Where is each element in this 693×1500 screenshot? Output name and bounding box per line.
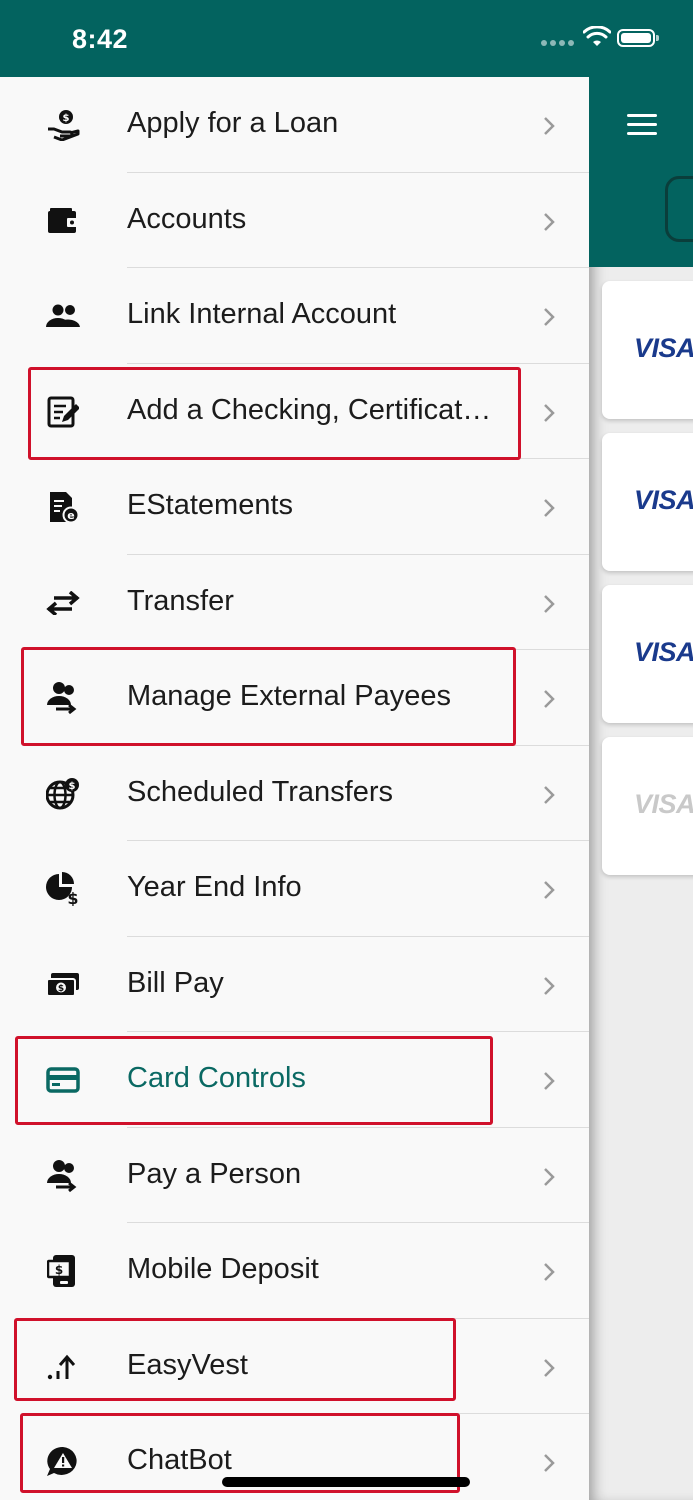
- wifi-icon: [583, 26, 611, 46]
- svg-text:$: $: [67, 889, 78, 906]
- menu-item-label: Bill Pay: [127, 966, 224, 999]
- estatement-icon: e: [44, 491, 82, 523]
- svg-text:e: e: [67, 509, 74, 522]
- chevron-right-icon: [544, 1263, 555, 1281]
- chevron-right-icon: [544, 212, 555, 231]
- card-tile[interactable]: VISA: [602, 737, 693, 875]
- globe-dollar-icon: $: [44, 777, 82, 810]
- cash-icon: $: [44, 969, 82, 1001]
- menu-item-pay-a-person[interactable]: Pay a Person: [0, 1128, 589, 1223]
- pie-dollar-icon: $: [44, 872, 82, 906]
- menu-item-manage-external-payees[interactable]: Manage External Payees: [0, 650, 589, 746]
- chevron-right-icon: [544, 499, 555, 517]
- card-tile[interactable]: VISA: [602, 433, 693, 571]
- menu-item-label: Mobile Deposit: [127, 1253, 319, 1285]
- svg-text:$: $: [58, 984, 64, 994]
- menu-item-estatements[interactable]: e EStatements: [0, 459, 589, 555]
- menu-item-apply-for-loan[interactable]: $ Apply for a Loan: [0, 77, 589, 173]
- chevron-right-icon: [544, 1167, 555, 1186]
- menu-item-label: Card Controls: [127, 1062, 306, 1094]
- card-tile[interactable]: VISA: [602, 585, 693, 723]
- menu-item-label: Scheduled Transfers: [127, 775, 393, 808]
- svg-text:$: $: [69, 781, 76, 792]
- menu-item-transfer[interactable]: Transfer: [0, 555, 589, 650]
- payees-icon: [44, 682, 82, 715]
- chevron-right-icon: [544, 1358, 555, 1377]
- menu-item-link-internal-account[interactable]: Link Internal Account: [0, 268, 589, 364]
- menu-item-year-end-info[interactable]: $ Year End Info: [0, 841, 589, 937]
- hand-money-icon: $: [44, 109, 82, 141]
- chevron-right-icon: [544, 1454, 555, 1472]
- header-search-pill[interactable]: [665, 176, 693, 242]
- menu-item-label: Year End Info: [127, 871, 302, 903]
- pay-person-icon: [44, 1159, 82, 1192]
- chevron-right-icon: [544, 976, 555, 995]
- visa-logo: VISA: [634, 485, 693, 515]
- chevron-right-icon: [544, 1072, 555, 1090]
- transfer-arrows-icon: [44, 587, 82, 619]
- mobile-check-icon: $: [44, 1255, 82, 1287]
- svg-text:$: $: [63, 113, 70, 124]
- menu-item-bill-pay[interactable]: $ Bill Pay: [0, 937, 589, 1032]
- menu-item-scheduled-transfers[interactable]: $ Scheduled Transfers: [0, 746, 589, 841]
- svg-text:$: $: [55, 1263, 63, 1277]
- menu-item-easyvest[interactable]: EasyVest: [0, 1319, 589, 1414]
- menu-item-label: ChatBot: [127, 1444, 232, 1476]
- menu-item-label: Pay a Person: [127, 1157, 302, 1190]
- menu-item-label: Manage External Payees: [127, 680, 452, 712]
- menu-item-label: Accounts: [127, 202, 247, 235]
- menu-item-label: EStatements: [127, 489, 294, 521]
- menu-item-label: Link Internal Account: [127, 298, 397, 330]
- home-indicator[interactable]: [222, 1477, 470, 1487]
- wallet-icon: [44, 205, 82, 237]
- menu-item-accounts[interactable]: Accounts: [0, 173, 589, 268]
- battery-icon: [617, 29, 659, 47]
- card-tile[interactable]: VISA: [602, 281, 693, 419]
- chevron-right-icon: [544, 403, 555, 422]
- edit-document-icon: [44, 396, 82, 428]
- status-time: 8:42: [72, 24, 129, 54]
- menu-item-label: Transfer: [127, 584, 234, 617]
- menu-item-label: Add a Checking, Certificat…: [127, 393, 492, 426]
- people-icon: [44, 300, 82, 332]
- credit-card-icon: [44, 1064, 82, 1096]
- chevron-right-icon: [544, 308, 555, 326]
- visa-logo: VISA: [634, 333, 693, 363]
- menu-item-add-checking-certificate[interactable]: Add a Checking, Certificat…: [0, 364, 589, 459]
- chevron-right-icon: [544, 690, 555, 708]
- status-bar: 8:42: [0, 0, 693, 77]
- menu-item-label: Apply for a Loan: [127, 107, 339, 139]
- chevron-right-icon: [544, 594, 555, 613]
- menu-item-card-controls[interactable]: Card Controls: [0, 1032, 589, 1128]
- navigation-drawer: $ Apply for a Loan Accounts Link Interna…: [0, 77, 589, 1500]
- menu-item-chatbot[interactable]: ChatBot: [0, 1414, 589, 1500]
- chevron-right-icon: [544, 881, 555, 899]
- trend-up-icon: [44, 1351, 82, 1383]
- hamburger-menu-icon[interactable]: [627, 114, 657, 136]
- visa-logo: VISA: [634, 637, 693, 667]
- menu-item-label: EasyVest: [127, 1348, 248, 1381]
- chevron-right-icon: [544, 785, 555, 804]
- menu-item-mobile-deposit[interactable]: $ Mobile Deposit: [0, 1223, 589, 1319]
- signal-icon: [541, 40, 575, 46]
- chat-alert-icon: [44, 1446, 82, 1478]
- main-screen: VISA VISA VISA VISA: [589, 0, 693, 1500]
- visa-logo: VISA: [634, 789, 693, 819]
- chevron-right-icon: [544, 117, 555, 135]
